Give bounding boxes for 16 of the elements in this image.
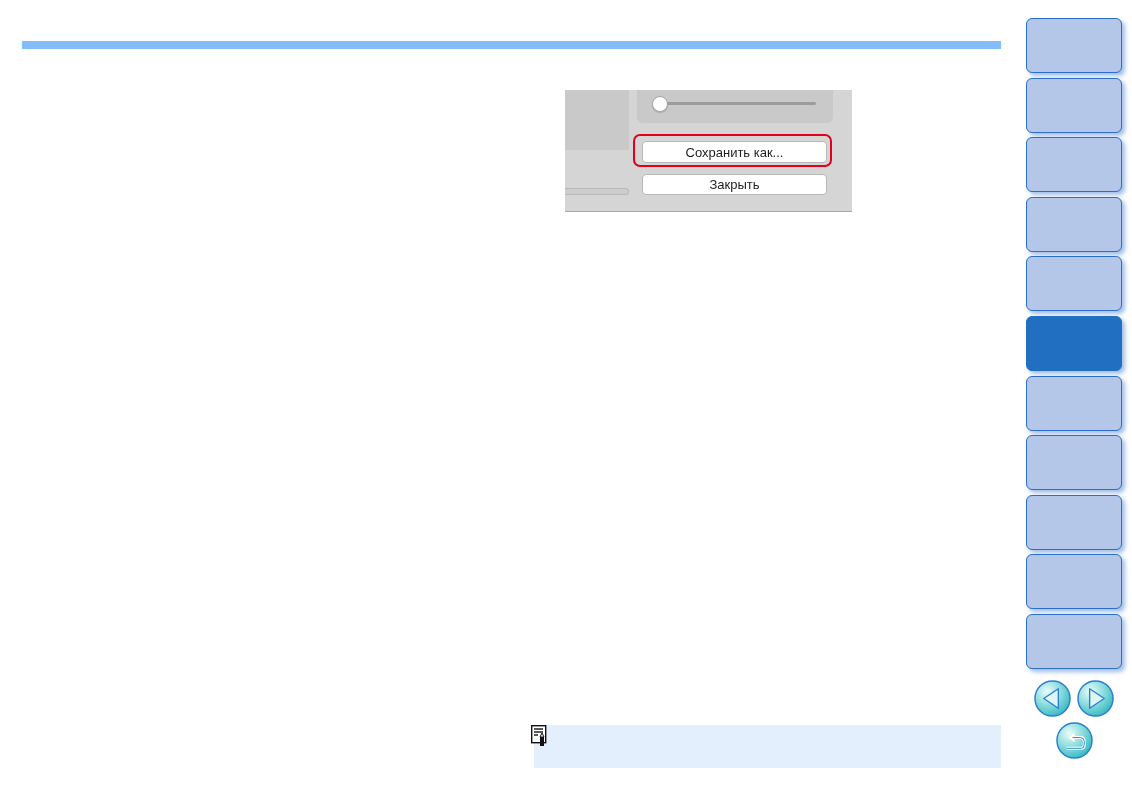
side-tab[interactable] bbox=[1026, 494, 1122, 550]
side-tab[interactable] bbox=[1026, 375, 1122, 431]
side-tab[interactable] bbox=[1026, 554, 1122, 610]
side-tab[interactable] bbox=[1026, 256, 1122, 312]
memo-icon bbox=[531, 725, 549, 746]
dialog-button[interactable]: Сохранить как... bbox=[642, 141, 827, 163]
side-tab[interactable] bbox=[1026, 613, 1122, 669]
slider-thumb[interactable] bbox=[652, 96, 668, 112]
side-tab[interactable] bbox=[1026, 18, 1122, 73]
side-tab[interactable] bbox=[1026, 137, 1122, 193]
slider-track[interactable] bbox=[652, 96, 816, 112]
side-tab[interactable] bbox=[1026, 315, 1122, 371]
side-tab[interactable] bbox=[1026, 435, 1122, 491]
side-tab[interactable] bbox=[1026, 196, 1122, 252]
dialog-button[interactable]: Закрыть bbox=[642, 174, 827, 195]
side-tab[interactable] bbox=[1026, 77, 1122, 133]
